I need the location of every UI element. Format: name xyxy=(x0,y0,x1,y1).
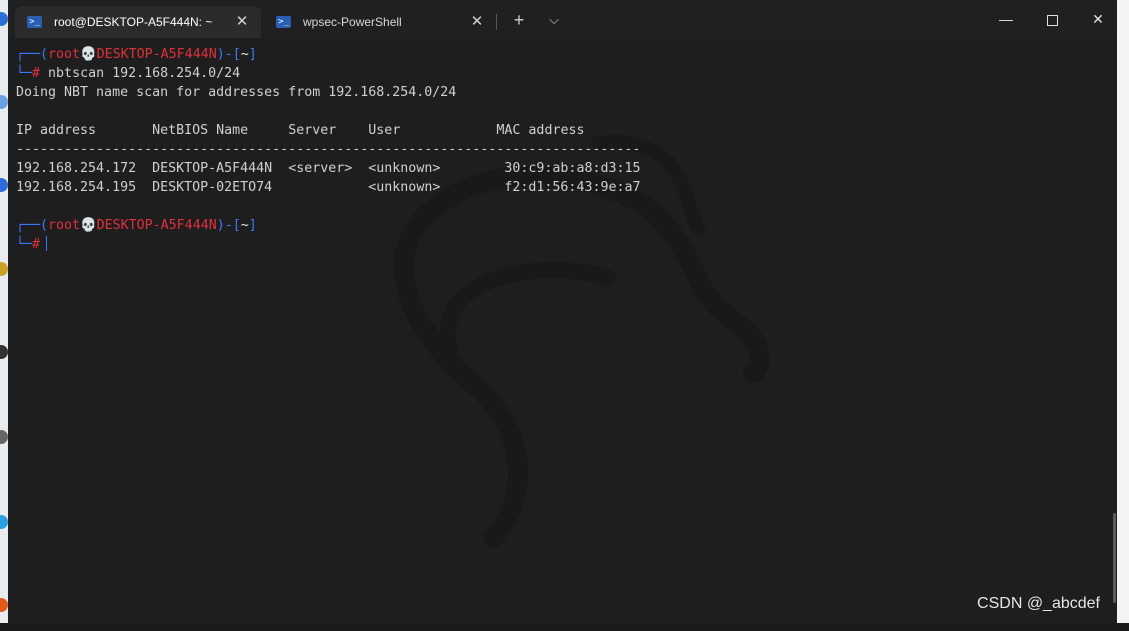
powershell-icon: >_ xyxy=(276,16,291,28)
text-cursor xyxy=(46,236,48,251)
prompt-frame: ┌──( xyxy=(16,218,49,233)
prompt-frame: ] xyxy=(248,47,257,62)
tab-wpsec-powershell[interactable]: >_ wpsec-PowerShell ✕ xyxy=(264,6,496,38)
desktop-app-icon[interactable] xyxy=(0,598,8,612)
prompt-user: root xyxy=(48,218,81,233)
row-name: DESKTOP-A5F444N xyxy=(152,161,273,176)
row-server: <server> xyxy=(288,161,353,176)
table-separator: ----------------------------------------… xyxy=(16,142,641,157)
powershell-icon: >_ xyxy=(27,16,42,28)
col-netbios: NetBIOS Name xyxy=(152,123,249,138)
skull-icon: 💀 xyxy=(80,218,97,233)
scan-status-line: Doing NBT name scan for addresses from 1… xyxy=(16,85,457,100)
prompt-frame: └─ xyxy=(16,237,33,252)
desktop-left-strip xyxy=(0,0,8,631)
new-tab-button[interactable]: + xyxy=(508,10,530,30)
prompt-frame: )-[ xyxy=(216,218,241,233)
skull-icon: 💀 xyxy=(80,47,97,62)
prompt-frame: )-[ xyxy=(216,47,241,62)
tab-bar: >_ root@DESKTOP-A5F444N: ~ ✕ >_ wpsec-Po… xyxy=(8,0,1117,38)
col-server: Server xyxy=(288,123,337,138)
row-ip: 192.168.254.172 xyxy=(16,161,137,176)
prompt-frame: └─ xyxy=(16,66,33,81)
tab-title: root@DESKTOP-A5F444N: ~ xyxy=(54,15,213,29)
prompt-dir: ~ xyxy=(240,218,249,233)
prompt-user: root xyxy=(48,47,81,62)
desktop-app-icon[interactable] xyxy=(0,430,8,444)
tab-divider xyxy=(496,14,497,30)
row-name: DESKTOP-02ETO74 xyxy=(152,180,273,195)
desktop-app-icon[interactable] xyxy=(0,262,8,276)
desktop-app-icon[interactable] xyxy=(0,515,8,529)
col-ip: IP address xyxy=(16,123,97,138)
prompt-frame: ┌──( xyxy=(16,47,49,62)
col-mac: MAC address xyxy=(496,123,585,138)
prompt-host: DESKTOP-A5F444N xyxy=(96,47,217,62)
prompt-hash: # xyxy=(32,66,41,81)
row-ip: 192.168.254.195 xyxy=(16,180,137,195)
maximize-icon xyxy=(1046,14,1058,26)
tab-kali-root[interactable]: >_ root@DESKTOP-A5F444N: ~ ✕ xyxy=(15,6,261,38)
row-mac: 30:c9:ab:a8:d3:15 xyxy=(504,161,641,176)
desktop-app-icon[interactable] xyxy=(0,345,8,359)
background-window-strip xyxy=(1117,0,1129,631)
close-tab-icon[interactable]: ✕ xyxy=(468,13,486,31)
terminal-window: >_ root@DESKTOP-A5F444N: ~ ✕ >_ wpsec-Po… xyxy=(8,0,1117,623)
watermark: CSDN @_abcdef xyxy=(977,595,1100,612)
prompt-hash: # xyxy=(32,237,41,252)
col-user: User xyxy=(368,123,401,138)
close-window-button[interactable]: ✕ xyxy=(1075,6,1121,32)
row-user: <unknown> xyxy=(368,180,441,195)
prompt-dir: ~ xyxy=(240,47,249,62)
taskbar-edge xyxy=(0,623,1129,631)
close-tab-icon[interactable]: ✕ xyxy=(233,13,251,31)
row-mac: f2:d1:56:43:9e:a7 xyxy=(504,180,641,195)
desktop-app-icon[interactable] xyxy=(0,95,8,109)
desktop-app-icon[interactable] xyxy=(0,12,8,26)
prompt-frame: ] xyxy=(248,218,257,233)
minimize-button[interactable]: — xyxy=(983,6,1029,32)
terminal-output[interactable]: ┌──(root💀DESKTOP-A5F444N)-[~] └─# nbtsca… xyxy=(8,38,1117,623)
scrollbar[interactable] xyxy=(1113,513,1116,603)
chevron-down-icon[interactable]: ⌵ xyxy=(543,10,565,30)
tab-title: wpsec-PowerShell xyxy=(303,15,402,29)
terminal-text: ┌──(root💀DESKTOP-A5F444N)-[~] └─# nbtsca… xyxy=(16,45,640,254)
prompt-host: DESKTOP-A5F444N xyxy=(96,218,217,233)
command-text: nbtscan 192.168.254.0/24 xyxy=(48,66,241,81)
desktop-app-icon[interactable] xyxy=(0,178,8,192)
maximize-button[interactable] xyxy=(1029,6,1075,32)
row-user: <unknown> xyxy=(368,161,441,176)
